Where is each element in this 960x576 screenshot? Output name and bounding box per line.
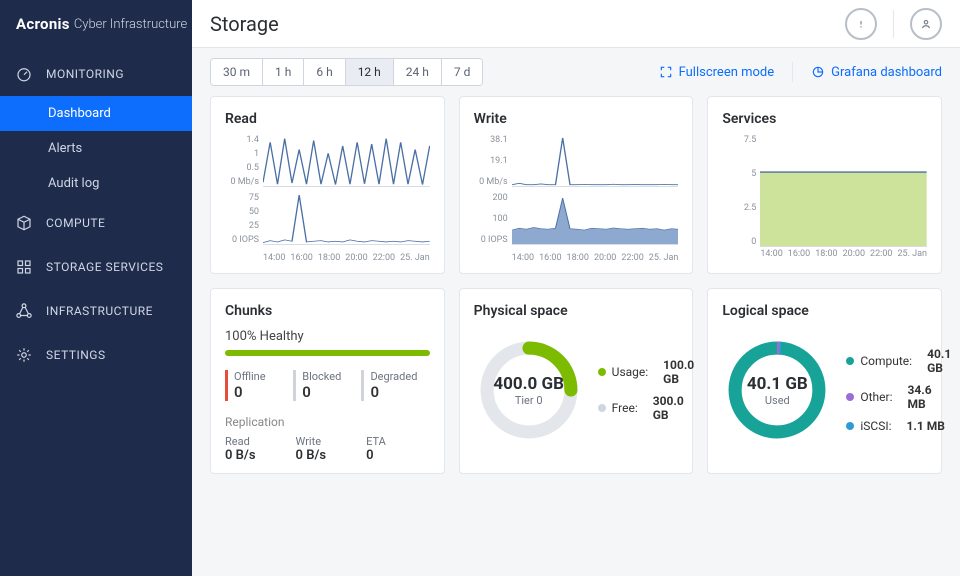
toolbar-links: Fullscreen mode Grafana dashboard	[659, 62, 942, 82]
nav-dashboard[interactable]: Dashboard	[0, 96, 192, 131]
chunks-degraded: Degraded0	[361, 370, 429, 401]
nav-storage-label: STORAGE SERVICES	[46, 260, 163, 274]
write-xticks: 14:0016:0018:0020:0022:0025. Jan	[474, 251, 679, 263]
dot-free-icon	[598, 404, 606, 412]
read-xticks: 14:0016:0018:0020:0022:0025. Jan	[225, 251, 430, 263]
read-mbs-yticks: 1.410.50 Mb/s	[225, 135, 263, 187]
phys-center: 400.0 GB	[493, 374, 564, 394]
nav-monitoring-label: MONITORING	[46, 67, 124, 81]
grid-icon	[14, 257, 34, 277]
dot-usage-icon	[598, 368, 606, 376]
range-7d[interactable]: 7 d	[442, 59, 483, 85]
header-icons	[845, 8, 942, 40]
log-donut: 40.1 GB Used	[722, 335, 832, 445]
dot-iscsi-icon	[846, 422, 854, 430]
card-phys-title: Physical space	[474, 303, 679, 319]
range-12h[interactable]: 12 h	[346, 59, 394, 85]
dot-other-icon	[846, 393, 854, 401]
header-divider	[893, 10, 894, 38]
read-iops-yticks: 7550250 IOPS	[225, 193, 263, 245]
card-read-title: Read	[225, 111, 430, 127]
card-write-title: Write	[474, 111, 679, 127]
range-24h[interactable]: 24 h	[394, 59, 442, 85]
nav-alerts[interactable]: Alerts	[0, 131, 192, 166]
brand-strong: Acronis	[16, 15, 70, 33]
time-range-group: 30 m 1 h 6 h 12 h 24 h 7 d	[210, 58, 483, 86]
range-30m[interactable]: 30 m	[211, 59, 263, 85]
range-1h[interactable]: 1 h	[263, 59, 304, 85]
chart-write-iops: 2001000 IOPS	[474, 193, 679, 245]
nav-monitoring[interactable]: MONITORING	[0, 52, 192, 96]
nav-settings[interactable]: SETTINGS	[0, 333, 192, 377]
grafana-link[interactable]: Grafana dashboard	[811, 65, 942, 80]
services-yticks: 7.552.50	[722, 135, 760, 247]
range-6h[interactable]: 6 h	[304, 59, 345, 85]
main: Storage 30 m 1 h 6 h 12 h 24 h 7 d	[192, 0, 960, 576]
cube-icon	[14, 213, 34, 233]
brand-logo: Acronis Cyber Infrastructure	[0, 0, 192, 48]
phys-donut: 400.0 GB Tier 0	[474, 335, 584, 445]
phys-sub: Tier 0	[515, 394, 543, 407]
speedometer-icon	[14, 64, 34, 84]
network-icon	[14, 301, 34, 321]
card-read: Read 1.410.50 Mb/s 7550250 IOPS	[210, 96, 445, 274]
nav: MONITORING Dashboard Alerts Audit log CO…	[0, 48, 192, 377]
chart-read-iops: 7550250 IOPS	[225, 193, 430, 245]
card-services-title: Services	[722, 111, 927, 127]
nav-settings-label: SETTINGS	[46, 348, 106, 362]
alert-icon[interactable]	[845, 8, 877, 40]
chart-read-mbs: 1.410.50 Mb/s	[225, 135, 430, 187]
log-legend: Compute: 40.1 GB Other: 34.6 MB iSCSI: 1…	[846, 347, 951, 433]
nav-audit-log[interactable]: Audit log	[0, 166, 192, 201]
user-icon[interactable]	[910, 8, 942, 40]
chart-services: 7.552.50	[722, 135, 927, 247]
rep-write: Write0 B/s	[296, 435, 327, 463]
cards: Read 1.410.50 Mb/s 7550250 IOPS	[192, 96, 960, 576]
fullscreen-link[interactable]: Fullscreen mode	[659, 65, 775, 80]
chart-icon	[811, 65, 825, 79]
chunks-healthy: 100% Healthy	[225, 329, 430, 344]
header: Storage	[192, 0, 960, 48]
card-services: Services 7.552.50 14:0016:0018:0020:0022…	[707, 96, 942, 274]
chunks-healthbar	[225, 350, 430, 356]
write-iops-yticks: 2001000 IOPS	[474, 193, 512, 245]
services-xticks: 14:0016:0018:0020:0022:0025. Jan	[722, 247, 927, 259]
nav-infrastructure[interactable]: INFRASTRUCTURE	[0, 289, 192, 333]
card-chunks: Chunks 100% Healthy Offline0 Blocked0 De…	[210, 288, 445, 474]
chunks-blocked: Blocked0	[293, 370, 361, 401]
card-physical-space: Physical space 400.0 GB Tier 0	[459, 288, 694, 474]
nav-storage-services[interactable]: STORAGE SERVICES	[0, 245, 192, 289]
brand-light: Cyber Infrastructure	[74, 17, 187, 32]
chunks-offline: Offline0	[225, 370, 293, 401]
page-title: Storage	[210, 12, 279, 36]
rep-eta: ETA0	[366, 435, 386, 463]
write-mbs-yticks: 38.119.10 Mb/s	[474, 135, 512, 187]
log-sub: Used	[765, 394, 790, 407]
toolbar-divider	[792, 62, 793, 82]
card-logical-space: Logical space 40.1 GB Used	[707, 288, 942, 474]
log-center: 40.1 GB	[747, 374, 808, 394]
replication-title: Replication	[225, 415, 430, 429]
dot-compute-icon	[846, 357, 854, 365]
sidebar: Acronis Cyber Infrastructure MONITORING …	[0, 0, 192, 576]
phys-legend: Usage: 100.0 GB Free: 300.0 GB	[598, 358, 695, 422]
rep-read: Read0 B/s	[225, 435, 256, 463]
nav-infra-label: INFRASTRUCTURE	[46, 304, 153, 318]
fullscreen-icon	[659, 65, 673, 79]
card-chunks-title: Chunks	[225, 303, 430, 319]
chart-write-mbs: 38.119.10 Mb/s	[474, 135, 679, 187]
toolbar: 30 m 1 h 6 h 12 h 24 h 7 d Fullscreen mo…	[192, 48, 960, 96]
card-write: Write 38.119.10 Mb/s 2001000 IOPS	[459, 96, 694, 274]
nav-compute[interactable]: COMPUTE	[0, 201, 192, 245]
gear-icon	[14, 345, 34, 365]
card-log-title: Logical space	[722, 303, 927, 319]
nav-compute-label: COMPUTE	[46, 216, 105, 230]
